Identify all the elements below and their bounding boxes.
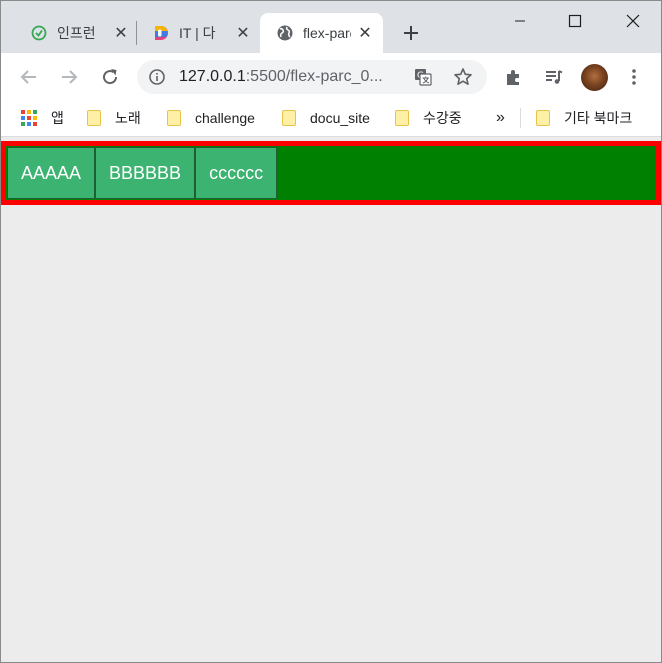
tab-title: flex-parc bbox=[303, 25, 351, 41]
plus-icon bbox=[404, 26, 418, 40]
close-window-button[interactable] bbox=[610, 1, 656, 41]
folder-icon bbox=[282, 110, 296, 126]
address-bar[interactable]: 127.0.0.1:5500/flex-parc_0... G bbox=[137, 60, 487, 94]
folder-icon bbox=[536, 110, 550, 126]
folder-icon bbox=[395, 110, 409, 126]
tab-flex-parc[interactable]: flex-parc ✕ bbox=[260, 13, 383, 53]
back-arrow-icon bbox=[20, 70, 36, 84]
bookmark-folder-courses[interactable]: 수강중 bbox=[395, 107, 462, 129]
bookmarks-divider bbox=[520, 108, 521, 128]
reload-button[interactable] bbox=[98, 65, 122, 89]
bookmarks-overflow-button[interactable]: » bbox=[496, 107, 505, 129]
bookmark-label: 수강중 bbox=[423, 110, 462, 126]
close-tab-icon[interactable]: ✕ bbox=[235, 25, 251, 42]
url-host: 127.0.0.1 bbox=[179, 68, 246, 85]
maximize-icon bbox=[568, 14, 582, 28]
profile-avatar[interactable] bbox=[581, 64, 608, 91]
bookmark-label: challenge bbox=[195, 110, 255, 126]
tab-title: 인프런 bbox=[57, 25, 96, 41]
folder-icon bbox=[167, 110, 181, 126]
bookmarks-bar: 앱 노래 challenge docu_site 수강중 » 기타 북마크 bbox=[1, 101, 661, 137]
tab-title: IT | 다 bbox=[179, 25, 216, 41]
bookmark-label: docu_site bbox=[310, 110, 370, 126]
flex-container: AAAAA BBBBBB cccccc bbox=[1, 141, 661, 205]
browser-window: 인프런 ✕ IT | 다 ✕ flex-parc ✕ bbox=[0, 0, 662, 663]
bookmark-folder-challenge[interactable]: challenge bbox=[167, 107, 255, 129]
minimize-button[interactable] bbox=[497, 1, 543, 41]
bookmark-folder-docu-site[interactable]: docu_site bbox=[282, 107, 370, 129]
tab-strip: 인프런 ✕ IT | 다 ✕ flex-parc ✕ bbox=[1, 1, 661, 53]
info-icon[interactable] bbox=[149, 69, 165, 85]
close-tab-icon[interactable]: ✕ bbox=[113, 25, 129, 42]
tab-divider bbox=[136, 21, 137, 45]
extensions-button[interactable] bbox=[502, 65, 526, 89]
reload-icon bbox=[103, 69, 118, 85]
translate-icon[interactable]: G bbox=[414, 68, 432, 86]
overflow-chevron: » bbox=[496, 109, 505, 126]
bookmark-other[interactable]: 기타 북마크 bbox=[536, 107, 632, 129]
inflearn-icon bbox=[31, 25, 47, 41]
flex-container-inner: AAAAA BBBBBB cccccc bbox=[6, 146, 656, 200]
globe-icon bbox=[277, 25, 293, 41]
bookmark-folder-song[interactable]: 노래 bbox=[87, 107, 141, 129]
puzzle-icon bbox=[507, 70, 519, 85]
bookmark-apps[interactable]: 앱 bbox=[21, 107, 64, 129]
flex-item-b: BBBBBB bbox=[95, 147, 196, 199]
flex-item-c: cccccc bbox=[195, 147, 278, 199]
playlist-icon bbox=[546, 70, 563, 84]
kebab-menu-icon bbox=[632, 69, 636, 85]
media-control-button[interactable] bbox=[542, 65, 566, 89]
d-logo-icon bbox=[153, 25, 169, 41]
page-viewport: AAAAA BBBBBB cccccc bbox=[1, 137, 661, 662]
toolbar: 127.0.0.1:5500/flex-parc_0... G bbox=[1, 53, 661, 101]
url-path: :5500/flex-parc_0... bbox=[245, 68, 383, 85]
close-tab-icon[interactable]: ✕ bbox=[357, 25, 373, 42]
forward-button[interactable] bbox=[57, 65, 81, 89]
folder-icon bbox=[87, 110, 101, 126]
bookmark-label: 노래 bbox=[115, 110, 141, 126]
apps-grid-icon bbox=[21, 110, 37, 126]
maximize-button[interactable] bbox=[552, 1, 598, 41]
bookmark-label: 앱 bbox=[51, 110, 64, 126]
new-tab-button[interactable] bbox=[399, 21, 423, 45]
bookmark-star-icon[interactable] bbox=[453, 67, 473, 87]
forward-arrow-icon bbox=[62, 70, 78, 84]
close-icon bbox=[626, 14, 640, 28]
tab-it[interactable]: IT | 다 ✕ bbox=[153, 13, 251, 53]
bookmark-label: 기타 북마크 bbox=[564, 110, 633, 126]
flex-item-a: AAAAA bbox=[7, 147, 96, 199]
minimize-icon bbox=[515, 20, 525, 22]
back-button[interactable] bbox=[17, 65, 41, 89]
url-text: 127.0.0.1:5500/flex-parc_0... bbox=[179, 68, 383, 86]
menu-button[interactable] bbox=[622, 65, 646, 89]
tab-inflearn[interactable]: 인프런 ✕ bbox=[31, 13, 129, 53]
